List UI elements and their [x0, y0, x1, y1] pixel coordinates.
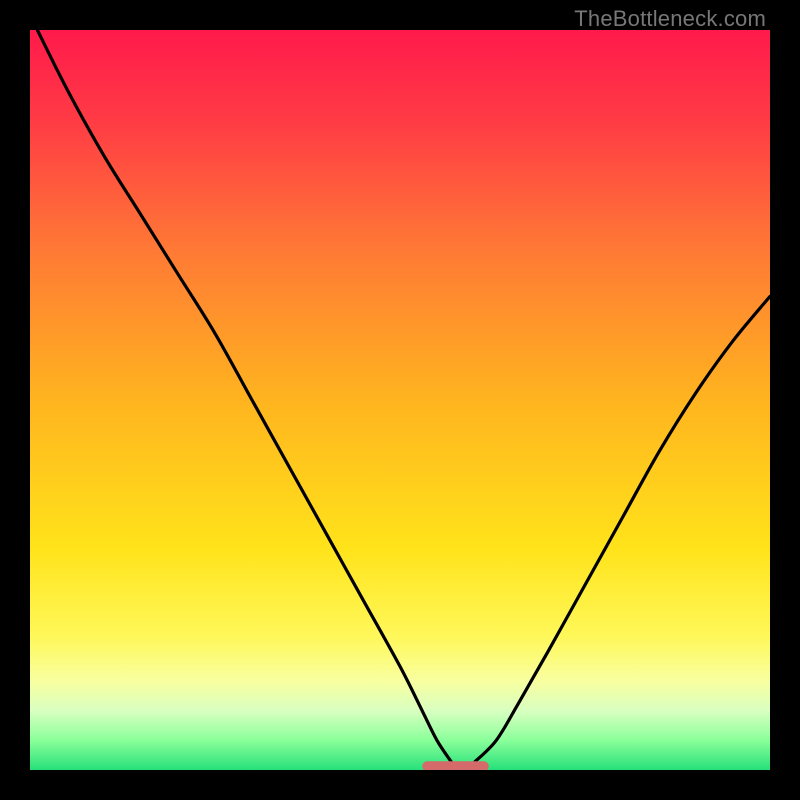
minimum-marker — [422, 761, 489, 770]
chart-svg — [30, 30, 770, 770]
gradient-background — [30, 30, 770, 770]
watermark-text: TheBottleneck.com — [574, 6, 766, 32]
plot-area — [30, 30, 770, 770]
chart-frame: { "watermark": "TheBottleneck.com", "col… — [0, 0, 800, 800]
